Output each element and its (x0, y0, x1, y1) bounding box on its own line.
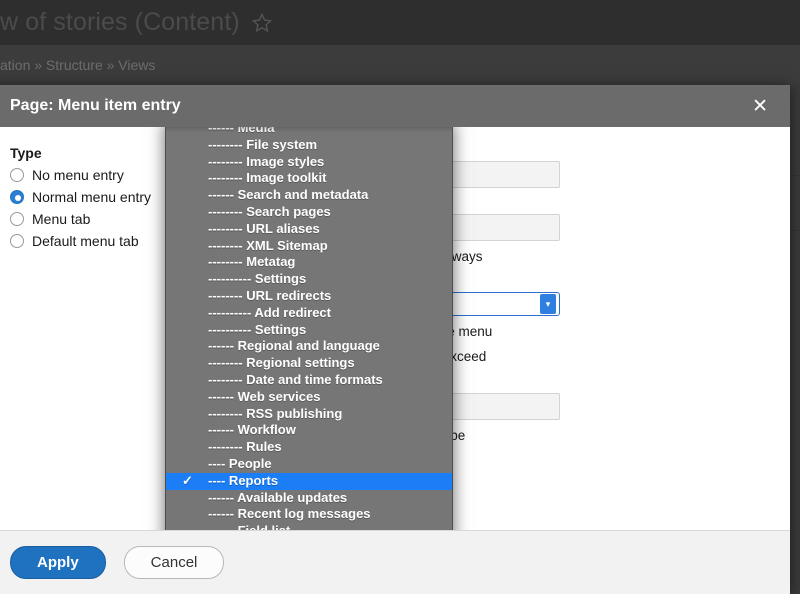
modal-title: Page: Menu item entry (10, 97, 181, 114)
radio-indicator (10, 168, 24, 182)
screen-root: w of stories (Content) ation » Structure… (0, 0, 800, 594)
radio-indicator (10, 212, 24, 226)
dropdown-item[interactable]: -------- URL redirects (166, 288, 452, 305)
dropdown-item[interactable]: ---------- Settings (166, 271, 452, 288)
dropdown-item[interactable]: -------- XML Sitemap (166, 238, 452, 255)
radio-label: Menu tab (32, 211, 91, 227)
apply-button[interactable]: Apply (10, 546, 106, 579)
dropdown-item[interactable]: -------- Image toolkit (166, 170, 452, 187)
modal-body: Type No menu entry Normal menu entry Men… (0, 127, 790, 530)
dropdown-item[interactable]: -------- Image styles (166, 154, 452, 171)
dropdown-item[interactable]: -------- Rules (166, 439, 452, 456)
modal-dialog: Page: Menu item entry ✕ Type No menu ent… (0, 85, 790, 594)
dropdown-item[interactable]: ------ Field list (166, 523, 452, 530)
modal-header: Page: Menu item entry ✕ (0, 85, 790, 127)
dropdown-item[interactable]: ------ Web services (166, 389, 452, 406)
dropdown-item[interactable]: ------ Search and metadata (166, 187, 452, 204)
radio-label: No menu entry (32, 167, 124, 183)
dropdown-item[interactable]: -------- URL aliases (166, 221, 452, 238)
breadcrumb-text: ation » Structure » Views (0, 57, 156, 73)
modal-footer: Apply Cancel (0, 530, 790, 594)
radio-indicator (10, 190, 24, 204)
dropdown-item[interactable]: -------- Search pages (166, 204, 452, 221)
star-icon[interactable] (250, 11, 274, 35)
chevron-down-icon: ▾ (540, 294, 556, 315)
dropdown-item[interactable]: ---- Reports (166, 472, 452, 490)
dropdown-item[interactable]: ---- People (166, 456, 452, 473)
dropdown-item[interactable]: -------- Regional settings (166, 355, 452, 372)
breadcrumb: ation » Structure » Views (0, 45, 800, 85)
dropdown-item[interactable]: -------- RSS publishing (166, 406, 452, 423)
radio-label: Default menu tab (32, 233, 139, 249)
dropdown-item[interactable]: -------- File system (166, 137, 452, 154)
dropdown-item[interactable]: -------- Date and time formats (166, 372, 452, 389)
dropdown-item[interactable]: ------ Available updates (166, 490, 452, 507)
radio-indicator (10, 234, 24, 248)
page-title: w of stories (Content) (0, 8, 240, 36)
dropdown-item[interactable]: ------ Workflow (166, 422, 452, 439)
page-title-bar: w of stories (Content) (0, 0, 800, 45)
dropdown-item[interactable]: ------ Regional and language (166, 338, 452, 355)
dropdown-item[interactable]: -------- Metatag (166, 254, 452, 271)
radio-label: Normal menu entry (32, 189, 152, 205)
cancel-button[interactable]: Cancel (123, 546, 225, 579)
dropdown-list: ------ Media -------- File system --------… (166, 127, 452, 530)
dropdown-item[interactable]: ------ Recent log messages (166, 506, 452, 523)
close-icon[interactable]: ✕ (746, 93, 774, 120)
dropdown-item[interactable]: ------ Media (166, 127, 452, 137)
dropdown-item[interactable]: ---------- Settings (166, 322, 452, 339)
dropdown-item[interactable]: ---------- Add redirect (166, 305, 452, 322)
parent-menu-dropdown-popup[interactable]: ------ Media -------- File system --------… (165, 127, 453, 530)
